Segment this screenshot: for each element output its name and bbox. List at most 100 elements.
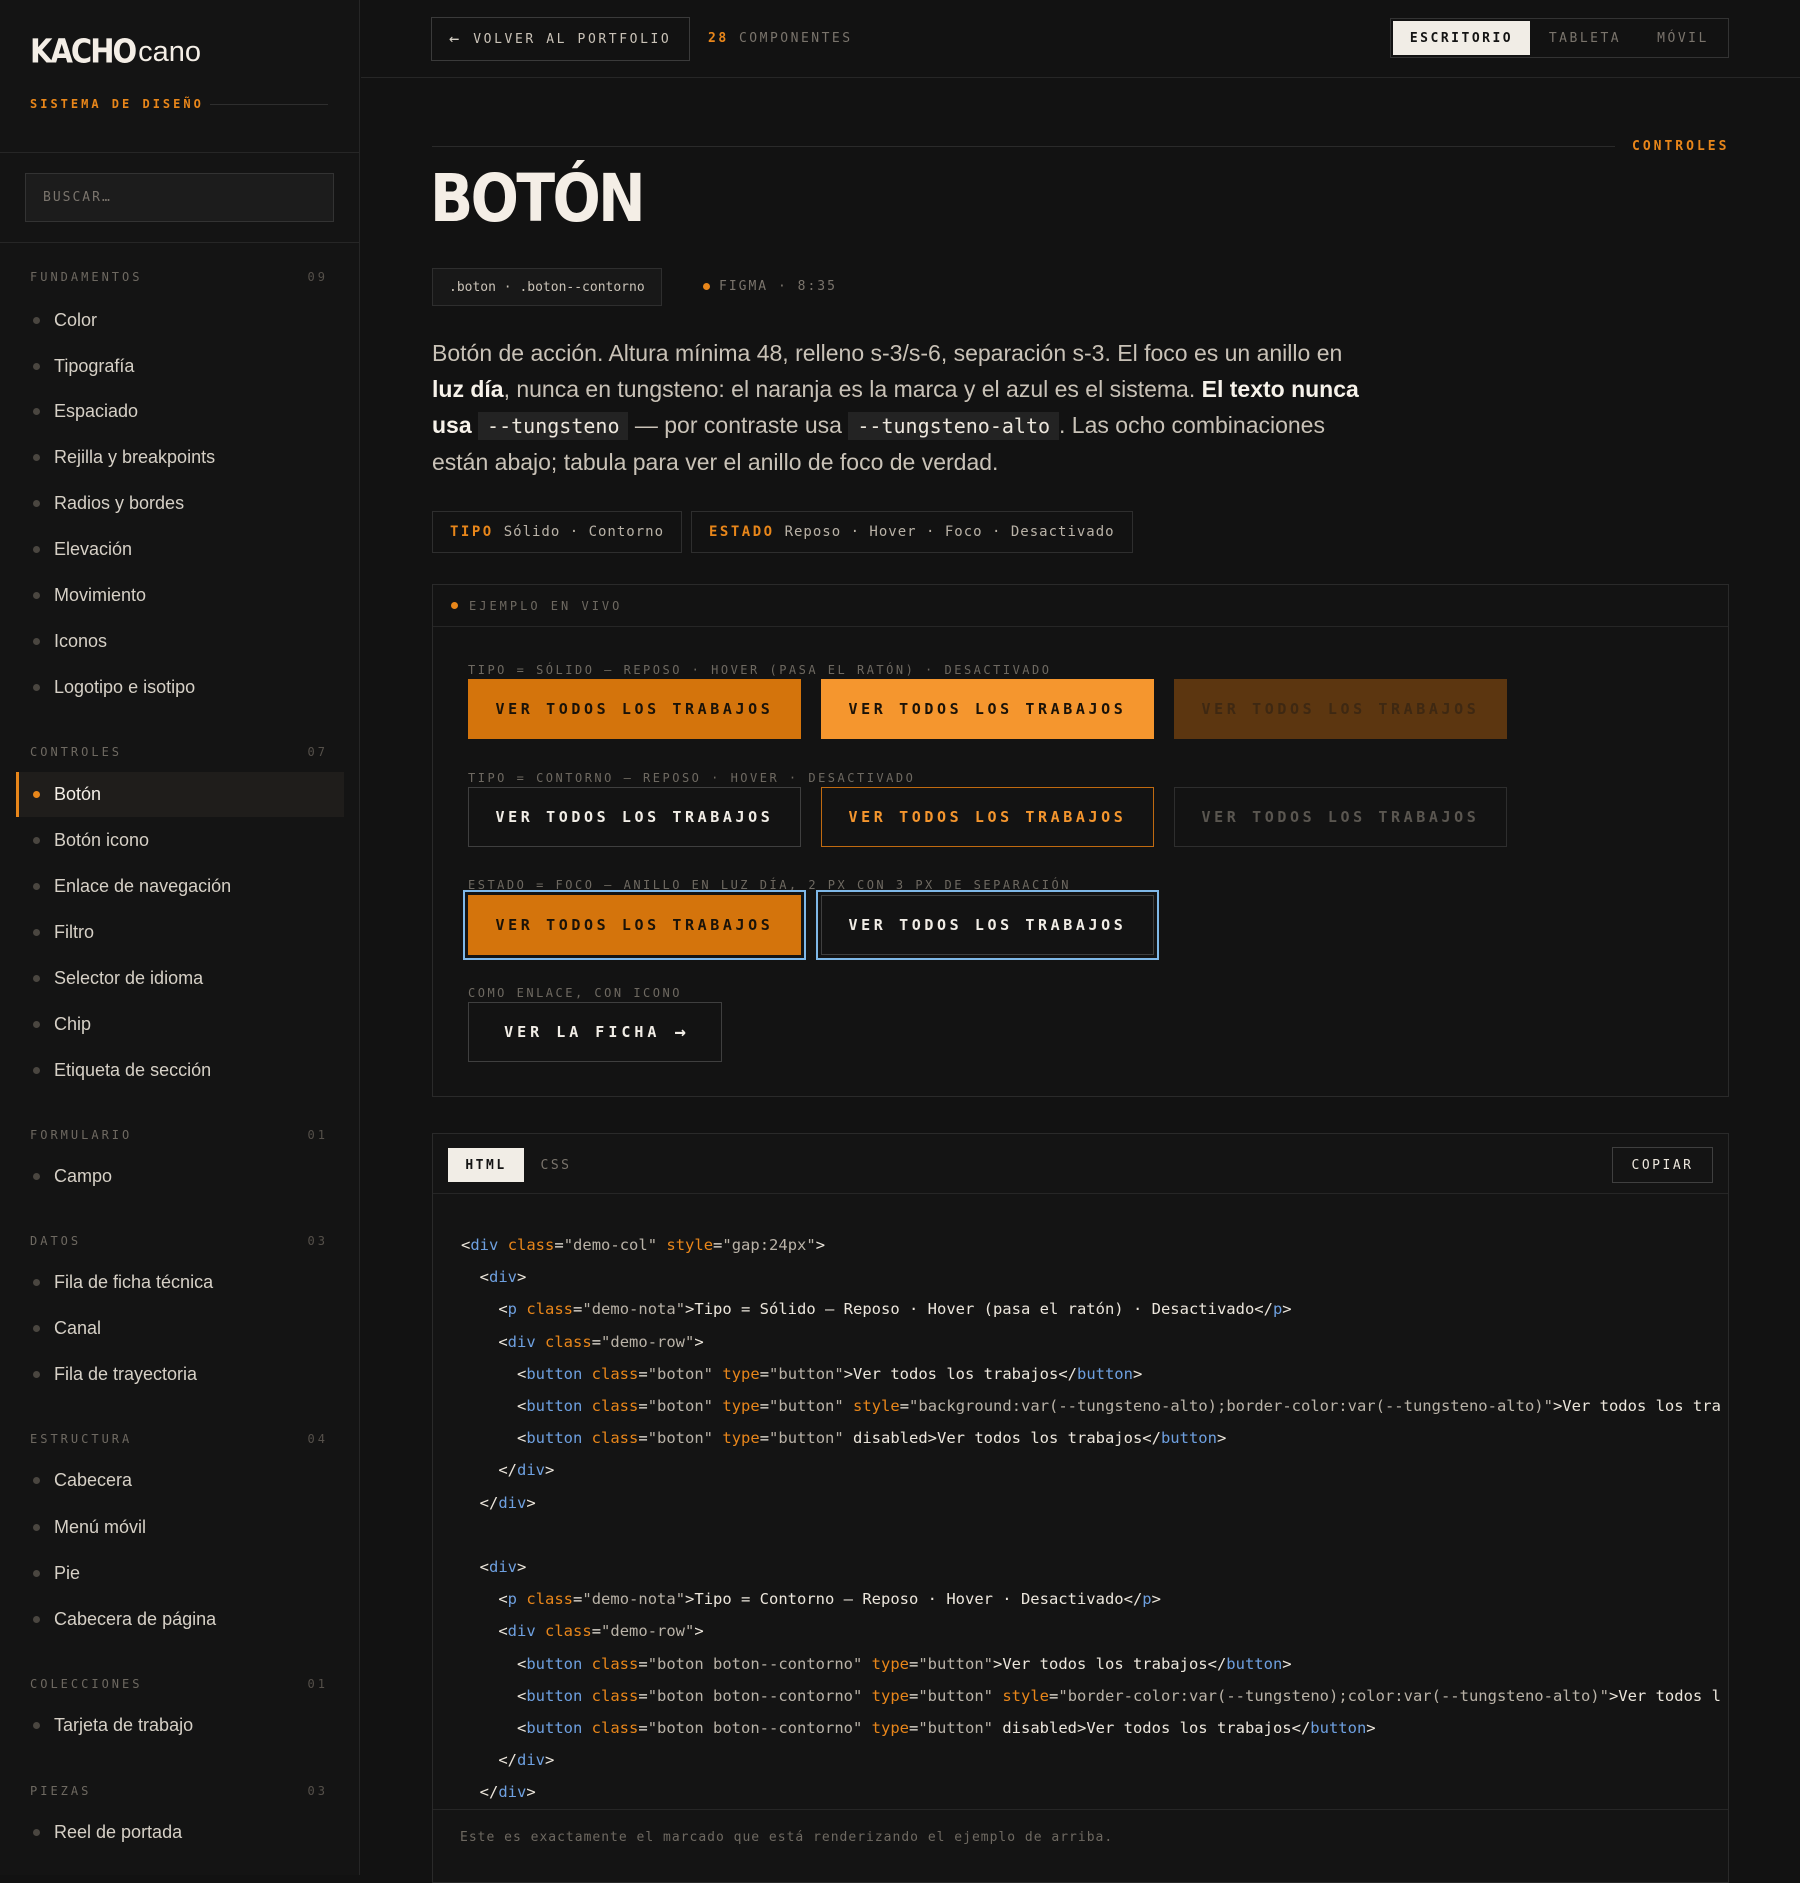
sidebar-item[interactable]: Fila de ficha técnica — [16, 1260, 344, 1305]
sidebar-item[interactable]: Rejilla y breakpoints — [16, 435, 344, 480]
viewport-tablet-button[interactable]: TABLETA — [1530, 21, 1640, 55]
bullet-icon — [33, 1524, 40, 1531]
sidebar-item-label: Canal — [54, 1318, 102, 1338]
search-input[interactable]: BUSCAR… — [25, 173, 334, 222]
code-line: <button class="boton" type="button">Ver … — [461, 1364, 1143, 1383]
sidebar-item-label: Cabecera de página — [54, 1609, 217, 1629]
tab-css[interactable]: CSS — [526, 1148, 586, 1182]
sidebar-item-label: Enlace de navegación — [54, 876, 232, 896]
button-solid-disabled: VER TODOS LOS TRABAJOS — [1174, 679, 1507, 739]
nav-section-count: 01 — [307, 1128, 328, 1142]
bullet-icon — [33, 975, 40, 982]
code-line: <div> — [461, 1558, 527, 1576]
status-dot-icon — [703, 283, 710, 290]
bullet-icon — [33, 546, 40, 553]
nav-section-header: DATOS 03 — [30, 1234, 328, 1248]
bullet-icon — [33, 1371, 40, 1378]
sidebar-item-label: Botón — [54, 784, 102, 804]
code-block[interactable]: <div class="demo-col" style="gap:24px"> … — [461, 1229, 1728, 1882]
button-solid-hover[interactable]: VER TODOS LOS TRABAJOS — [821, 679, 1154, 739]
bullet-icon — [33, 317, 40, 324]
sidebar-item-label: Selector de idioma — [54, 968, 204, 988]
code-line: <p class="demo-nota">Tipo = Sólido — Rep… — [461, 1300, 1292, 1319]
sidebar-item[interactable]: Botón — [16, 772, 344, 817]
sidebar-item[interactable]: Reel de portada — [16, 1810, 344, 1855]
bullet-icon — [33, 363, 40, 370]
sidebar-item-label: Cabecera — [54, 1470, 133, 1490]
figma-reference[interactable]: FIGMA · 8:35 — [703, 279, 837, 294]
sidebar-item[interactable]: Pie — [16, 1551, 344, 1596]
sidebar-item[interactable]: Color — [16, 298, 344, 343]
code-line: <button class="boton" type="button" disa… — [461, 1429, 1227, 1448]
code-line: <p class="demo-nota">Tipo = Contorno — R… — [461, 1590, 1161, 1609]
code-line: <div class="demo-col" style="gap:24px"> — [461, 1236, 826, 1254]
divider — [433, 1809, 1728, 1810]
topbar: ← VOLVER AL PORTFOLIO 28 COMPONENTES ESC… — [361, 0, 1800, 78]
button-solid-rest[interactable]: VER TODOS LOS TRABAJOS — [468, 679, 801, 739]
sidebar-item-label: Elevación — [54, 539, 133, 559]
viewport-mobile-button[interactable]: MÓVIL — [1640, 21, 1726, 55]
desc-text: Botón de acción. Altura mínima 48, relle… — [432, 340, 1343, 366]
button-outline-hover[interactable]: VER TODOS LOS TRABAJOS — [821, 787, 1154, 847]
sidebar-item[interactable]: Campo — [16, 1154, 344, 1199]
sidebar-item[interactable]: Fila de trayectoria — [16, 1352, 344, 1397]
nav-section-title: ESTRUCTURA — [30, 1432, 133, 1446]
sidebar-item-label: Campo — [54, 1166, 113, 1186]
nav-section-title: PIEZAS — [30, 1784, 92, 1798]
logo[interactable]: KACHO cano — [30, 31, 201, 70]
sidebar-item[interactable]: Espaciado — [16, 389, 344, 434]
sidebar-item[interactable]: Etiqueta de sección — [16, 1048, 344, 1093]
bullet-icon — [33, 638, 40, 645]
sidebar-item[interactable]: Chip — [16, 1002, 344, 1047]
sidebar-item[interactable]: Menú móvil — [16, 1505, 344, 1550]
copy-button[interactable]: COPIAR — [1612, 1147, 1713, 1183]
sidebar-item[interactable]: Tipografía — [16, 344, 344, 389]
sidebar-item[interactable]: Logotipo e isotipo — [16, 665, 344, 710]
bullet-icon — [33, 1067, 40, 1074]
code-tabs: HTML CSS COPIAR — [433, 1134, 1728, 1194]
viewport-desktop-button[interactable]: ESCRITORIO — [1393, 21, 1530, 55]
sidebar-item[interactable]: Tarjeta de trabajo — [16, 1703, 344, 1748]
tab-html[interactable]: HTML — [448, 1148, 524, 1182]
sidebar-item[interactable]: Enlace de navegación — [16, 864, 344, 909]
sidebar-item-label: Logotipo e isotipo — [54, 677, 196, 697]
viewport-switcher: ESCRITORIO TABLETA MÓVIL — [1390, 18, 1729, 58]
prop-state: ESTADO Reposo · Hover · Foco · Desactiva… — [691, 511, 1133, 553]
nav-section-title: FUNDAMENTOS — [30, 270, 143, 284]
link-button-ficha[interactable]: VER LA FICHA → — [468, 1002, 722, 1062]
bullet-icon — [33, 1722, 40, 1729]
live-example-header: EJEMPLO EN VIVO — [433, 585, 1728, 627]
sidebar-item[interactable]: Selector de idioma — [16, 956, 344, 1001]
bullet-icon — [33, 1325, 40, 1332]
sidebar-item[interactable]: Elevación — [16, 527, 344, 572]
bullet-icon — [33, 684, 40, 691]
sidebar-item[interactable]: Radios y bordes — [16, 481, 344, 526]
bullet-icon — [33, 1021, 40, 1028]
link-button-label: VER LA FICHA — [504, 1023, 661, 1041]
sidebar-item-label: Tarjeta de trabajo — [54, 1715, 194, 1735]
nav-section-count: 01 — [307, 1677, 328, 1691]
button-outline-rest[interactable]: VER TODOS LOS TRABAJOS — [468, 787, 801, 847]
component-count-label: COMPONENTES — [738, 31, 853, 46]
sidebar-item[interactable]: Cabecera — [16, 1458, 344, 1503]
code-line: </div> — [461, 1783, 536, 1802]
sidebar-item-label: Tipografía — [54, 356, 135, 376]
bullet-icon — [33, 837, 40, 844]
button-solid-focus[interactable]: VER TODOS LOS TRABAJOS — [463, 890, 806, 960]
sidebar-item[interactable]: Canal — [16, 1306, 344, 1351]
bullet-icon — [33, 408, 40, 415]
bullet-icon — [33, 1173, 40, 1180]
prop-value: Reposo · Hover · Foco · Desactivado — [784, 524, 1115, 540]
sidebar-item[interactable]: Movimiento — [16, 573, 344, 618]
sidebar-item[interactable]: Botón icono — [16, 818, 344, 863]
desc-text: — por contraste usa — [628, 412, 849, 438]
back-to-portfolio-button[interactable]: ← VOLVER AL PORTFOLIO — [431, 17, 690, 61]
bullet-icon — [33, 1279, 40, 1286]
sidebar-item-label: Etiqueta de sección — [54, 1060, 212, 1080]
sidebar-item[interactable]: Cabecera de página — [16, 1597, 344, 1642]
sidebar-item[interactable]: Iconos — [16, 619, 344, 664]
demo-note: Tipo = Contorno — Reposo · Hover · Desac… — [468, 771, 916, 785]
sidebar-item-label: Rejilla y breakpoints — [54, 447, 216, 467]
sidebar-item[interactable]: Filtro — [16, 910, 344, 955]
button-outline-focus[interactable]: VER TODOS LOS TRABAJOS — [816, 890, 1159, 960]
